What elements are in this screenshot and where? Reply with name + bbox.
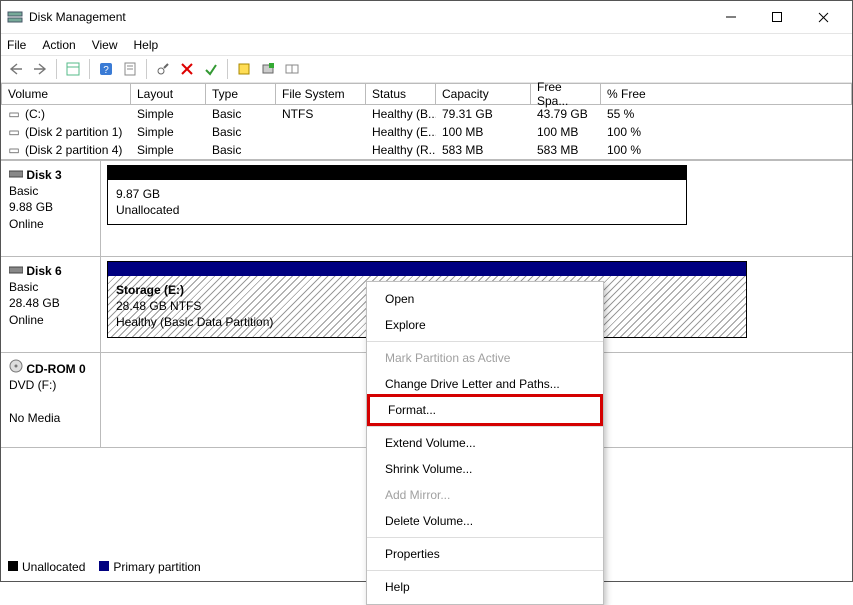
col-type[interactable]: Type: [206, 83, 276, 105]
action2-icon[interactable]: [257, 58, 279, 80]
help-icon[interactable]: ?: [95, 58, 117, 80]
legend-swatch-primary: [99, 561, 109, 571]
legend-swatch-unallocated: [8, 561, 18, 571]
drive-icon: ▭: [7, 107, 21, 121]
app-icon: [7, 9, 23, 25]
ctx-add-mirror: Add Mirror...: [367, 482, 603, 508]
minimize-button[interactable]: [708, 2, 754, 32]
ok-icon[interactable]: [200, 58, 222, 80]
properties-icon[interactable]: [119, 58, 141, 80]
menu-action[interactable]: Action: [42, 38, 75, 52]
action3-icon[interactable]: [281, 58, 303, 80]
menu-bar: File Action View Help: [1, 33, 852, 55]
disk-info[interactable]: Disk 6 Basic 28.48 GB Online: [1, 257, 101, 352]
window-title: Disk Management: [29, 10, 126, 24]
volume-row[interactable]: ▭(Disk 2 partition 4) Simple Basic Healt…: [1, 141, 852, 159]
ctx-explore[interactable]: Explore: [367, 312, 603, 338]
settings-icon[interactable]: [152, 58, 174, 80]
window-controls: [708, 2, 846, 32]
menu-help[interactable]: Help: [134, 38, 159, 52]
volume-name: (Disk 2 partition 1): [25, 125, 122, 139]
ctx-shrink[interactable]: Shrink Volume...: [367, 456, 603, 482]
col-capacity[interactable]: Capacity: [436, 83, 531, 105]
menu-view[interactable]: View: [92, 38, 118, 52]
disk-label: CD-ROM 0: [26, 362, 85, 376]
col-volume[interactable]: Volume: [1, 83, 131, 105]
volume-name: (Disk 2 partition 4): [25, 143, 122, 157]
volume-row[interactable]: ▭(Disk 2 partition 1) Simple Basic Healt…: [1, 123, 852, 141]
disk-label: Disk 3: [26, 168, 61, 182]
volume-grid: Volume Layout Type File System Status Ca…: [1, 83, 852, 160]
ctx-delete[interactable]: Delete Volume...: [367, 508, 603, 534]
ctx-help[interactable]: Help: [367, 574, 603, 600]
ctx-open[interactable]: Open: [367, 286, 603, 312]
volume-row[interactable]: ▭(C:) Simple Basic NTFS Healthy (B... 79…: [1, 105, 852, 123]
ctx-mark-active: Mark Partition as Active: [367, 345, 603, 371]
close-button[interactable]: [800, 2, 846, 32]
ctx-format[interactable]: Format...: [367, 394, 603, 426]
col-filesystem[interactable]: File System: [276, 83, 366, 105]
disk-icon: [9, 168, 23, 182]
toolbar: ?: [1, 55, 852, 83]
cdrom-icon: [9, 362, 23, 376]
maximize-button[interactable]: [754, 2, 800, 32]
delete-icon[interactable]: [176, 58, 198, 80]
menu-file[interactable]: File: [7, 38, 26, 52]
volume-grid-header: Volume Layout Type File System Status Ca…: [1, 83, 852, 105]
disk-info[interactable]: CD-ROM 0 DVD (F:) No Media: [1, 353, 101, 447]
legend: Unallocated Primary partition: [8, 560, 201, 574]
col-percent-free[interactable]: % Free: [601, 83, 852, 105]
disk-row-disk3: Disk 3 Basic 9.88 GB Online 9.87 GB Unal…: [1, 160, 852, 256]
forward-button[interactable]: [29, 58, 51, 80]
drive-icon: ▭: [7, 125, 21, 139]
disk-icon: [9, 264, 23, 278]
volume-grid-body: ▭(C:) Simple Basic NTFS Healthy (B... 79…: [1, 105, 852, 159]
partition-unallocated[interactable]: 9.87 GB Unallocated: [107, 165, 687, 225]
action1-icon[interactable]: [233, 58, 255, 80]
back-button[interactable]: [5, 58, 27, 80]
volume-name: (C:): [25, 107, 45, 121]
col-status[interactable]: Status: [366, 83, 436, 105]
col-layout[interactable]: Layout: [131, 83, 206, 105]
disk-info[interactable]: Disk 3 Basic 9.88 GB Online: [1, 161, 101, 256]
context-menu: Open Explore Mark Partition as Active Ch…: [366, 281, 604, 605]
drive-icon: ▭: [7, 143, 21, 157]
svg-text:?: ?: [103, 65, 109, 76]
refresh-icon[interactable]: [62, 58, 84, 80]
disk-label: Disk 6: [26, 264, 61, 278]
col-free[interactable]: Free Spa...: [531, 83, 601, 105]
ctx-extend[interactable]: Extend Volume...: [367, 430, 603, 456]
ctx-properties[interactable]: Properties: [367, 541, 603, 567]
title-bar: Disk Management: [1, 1, 852, 33]
